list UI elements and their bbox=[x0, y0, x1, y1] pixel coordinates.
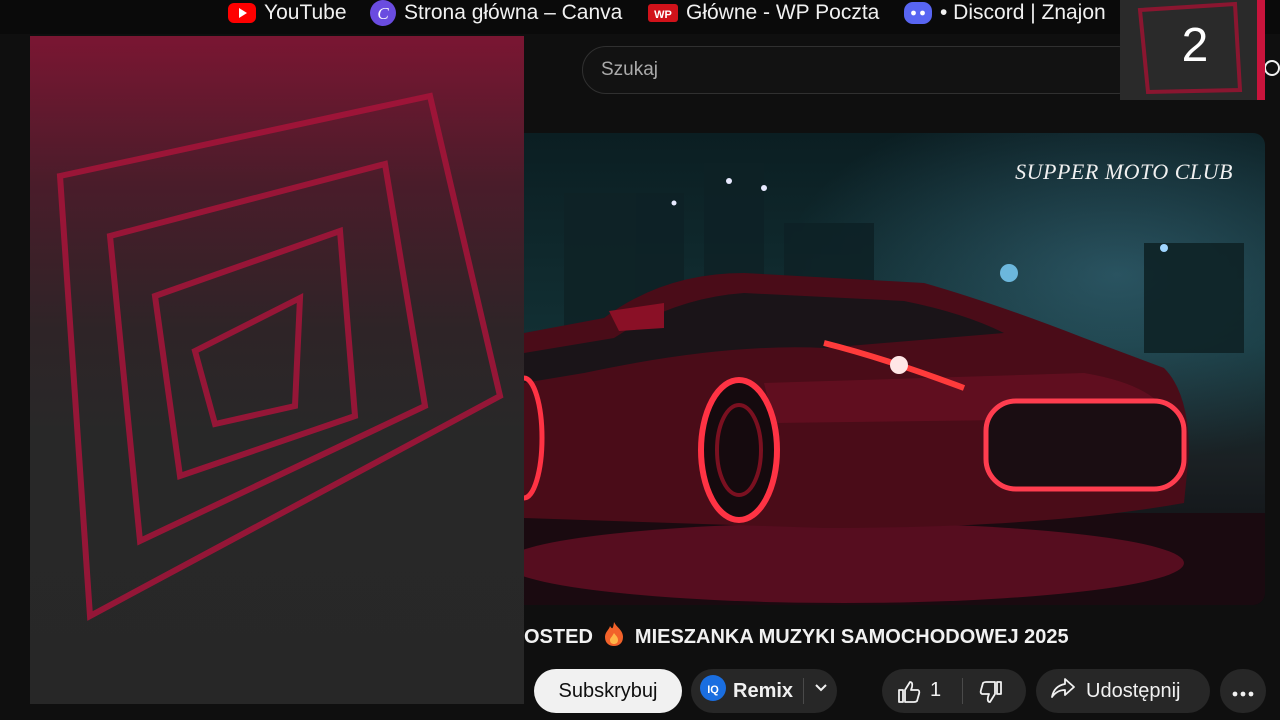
thumbnail-brand-text: SUPPER MOTO CLUB bbox=[1015, 159, 1233, 184]
thumbs-down-icon bbox=[978, 681, 1004, 710]
bookmark-wp-poczta[interactable]: WP Główne - WP Poczta bbox=[648, 0, 879, 26]
subscribe-button[interactable]: Subskrybuj bbox=[534, 669, 682, 713]
bookmark-youtube[interactable]: YouTube bbox=[228, 0, 347, 26]
search-placeholder: Szukaj bbox=[601, 59, 659, 80]
video-thumbnail[interactable]: SUPPER MOTO CLUB bbox=[524, 133, 1265, 605]
badge-number: 2 bbox=[1181, 19, 1209, 72]
concentric-squares-graphic bbox=[56, 92, 504, 621]
youtube-icon bbox=[228, 3, 256, 23]
bookmarks-bar: YouTube C Strona główna – Canva WP Główn… bbox=[0, 0, 1280, 34]
bookmark-label: Strona główna – Canva bbox=[404, 1, 623, 24]
remix-icon: IQ bbox=[699, 674, 727, 708]
svg-text:IQ: IQ bbox=[707, 684, 719, 696]
like-button[interactable] bbox=[896, 679, 922, 711]
fire-icon bbox=[603, 622, 625, 652]
chevron-down-icon[interactable] bbox=[810, 677, 832, 705]
canva-icon: C bbox=[370, 0, 396, 26]
video-title-prefix: OSTED bbox=[524, 625, 593, 648]
like-dislike-group: 1 bbox=[882, 669, 1026, 713]
share-button[interactable]: Udostępnij bbox=[1036, 669, 1210, 713]
video-title: OSTED MIESZANKA MUZYKI SAMOCHODOWEJ 2025 bbox=[524, 622, 1264, 652]
discord-icon bbox=[904, 2, 932, 24]
dislike-button[interactable] bbox=[978, 679, 1004, 711]
bookmark-label: • Discord | Znajon bbox=[940, 1, 1106, 24]
subscribe-label: Subskrybuj bbox=[558, 679, 658, 702]
share-icon bbox=[1050, 676, 1076, 706]
remix-divider bbox=[803, 678, 805, 704]
like-count: 1 bbox=[930, 679, 942, 701]
remix-button[interactable]: IQ Remix bbox=[691, 669, 837, 713]
bookmark-discord[interactable]: • Discord | Znajon bbox=[904, 0, 1114, 26]
share-label: Udostępnij bbox=[1086, 679, 1181, 702]
thumbs-up-icon bbox=[896, 681, 922, 710]
more-horizontal-icon bbox=[1232, 680, 1254, 703]
channel-badge: 2 bbox=[1120, 0, 1265, 100]
bookmark-label: YouTube bbox=[264, 1, 347, 24]
wp-icon: WP bbox=[648, 2, 678, 24]
svg-text:C: C bbox=[377, 4, 389, 23]
bookmark-canva[interactable]: C Strona główna – Canva bbox=[370, 0, 622, 26]
remix-label: Remix bbox=[733, 679, 794, 702]
overlay-panel bbox=[30, 36, 524, 704]
bookmark-label: Główne - WP Poczta bbox=[686, 1, 880, 24]
search-input[interactable]: Szukaj bbox=[582, 46, 1142, 94]
car-illustration bbox=[524, 163, 1265, 605]
more-actions-button[interactable] bbox=[1220, 669, 1266, 713]
video-title-main: MIESZANKA MUZYKI SAMOCHODOWEJ 2025 bbox=[634, 625, 1069, 648]
like-divider bbox=[962, 678, 963, 704]
svg-text:WP: WP bbox=[654, 9, 672, 21]
